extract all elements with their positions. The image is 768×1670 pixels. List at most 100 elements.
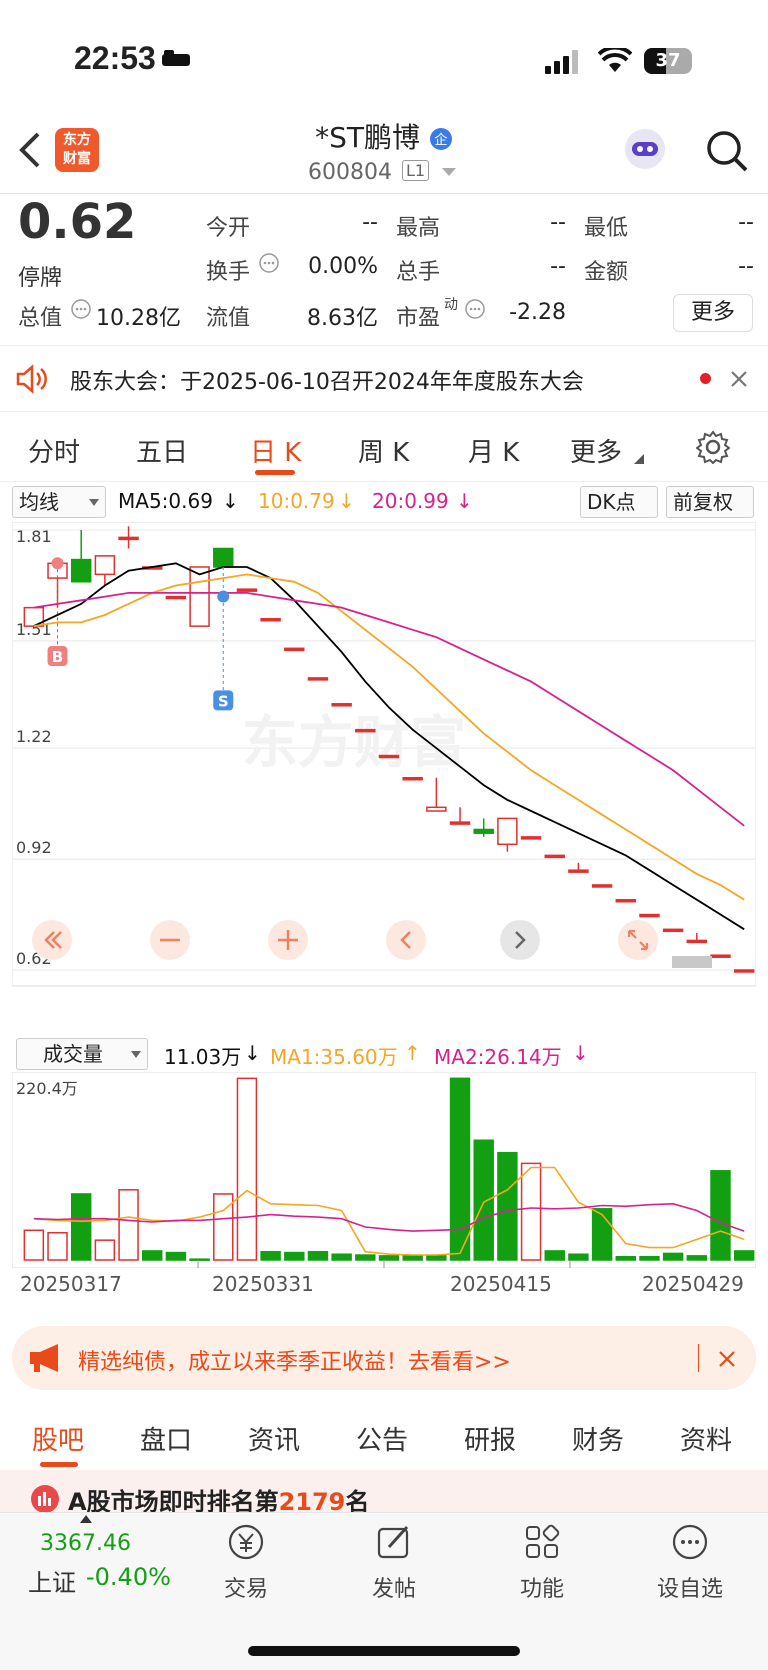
volume-bar [544, 1250, 565, 1261]
volume-chart[interactable]: 220.4万 [12, 1072, 756, 1268]
info-icon[interactable] [258, 252, 280, 274]
close-icon[interactable] [718, 1350, 736, 1368]
tab-intraday[interactable]: 分时 [28, 432, 80, 469]
tab-more[interactable]: 更多 [570, 432, 622, 469]
info-icon[interactable] [464, 298, 486, 320]
high-label: 最高 [396, 216, 441, 241]
zoom-out-icon[interactable] [150, 920, 190, 960]
market-rank-row[interactable]: A股市场即时排名第2179名 [0, 1470, 768, 1512]
volume-bar [710, 1170, 731, 1261]
ma10-value: 10:0.79 [258, 489, 335, 513]
volume-bar [213, 1193, 234, 1261]
volume-bar [568, 1253, 589, 1261]
tab-forum[interactable]: 股吧 [32, 1420, 84, 1457]
date-label: 20250429 [642, 1272, 744, 1296]
gear-icon[interactable] [696, 430, 730, 464]
control-button-bg [618, 920, 658, 960]
volume-dropdown[interactable]: 成交量 [16, 1038, 148, 1070]
adjust-button[interactable]: 前复权 [666, 486, 754, 518]
candle-body [449, 821, 471, 825]
tab-five-day[interactable]: 五日 [136, 432, 188, 469]
candle-body [473, 828, 494, 834]
index-name[interactable]: 上证 [28, 1563, 76, 1598]
status-bar: 22:53 37 [0, 0, 768, 110]
tab-research[interactable]: 研报 [464, 1420, 516, 1457]
vol-ma1-line [33, 1166, 745, 1256]
level-badge[interactable]: L1 [402, 160, 430, 181]
ma20-value: 20:0.99 [372, 489, 449, 513]
vol-ma2-line [33, 1202, 745, 1232]
sleep-icon [162, 50, 190, 66]
robot-assistant-icon[interactable] [620, 124, 670, 174]
edit-icon [377, 1525, 409, 1559]
caret-down-icon [634, 454, 644, 464]
date-label: 20250317 [20, 1272, 122, 1296]
zoom-in-icon[interactable] [268, 920, 308, 960]
volume-bar [47, 1231, 68, 1261]
volume-bar [520, 1162, 542, 1261]
volume-bar [426, 1255, 447, 1261]
nav-trade[interactable]: 交易 [196, 1523, 296, 1603]
index-change[interactable]: -0.40% [86, 1563, 171, 1591]
promo-text: 精选纯债，成立以来季季正收益！去看看>> [78, 1350, 511, 1375]
status-time: 22:53 [74, 40, 156, 76]
nav-watchlist[interactable]: 设自选 [640, 1523, 740, 1603]
mktcap-value: 10.28亿 [96, 306, 181, 331]
volume-bar [260, 1250, 281, 1261]
more-button[interactable]: 更多 [673, 294, 753, 332]
tab-profile[interactable]: 资料 [680, 1420, 732, 1457]
caret-down-icon[interactable] [442, 168, 456, 178]
tab-daily-k[interactable]: 日 K [250, 432, 301, 469]
volume-bar [449, 1077, 471, 1261]
notice-bar[interactable]: 股东大会：于2025-06-10召开2024年年度股东大会 [0, 346, 768, 412]
kline-chart[interactable]: 1.811.511.220.920.62东方财富BS [12, 522, 756, 1032]
fullscreen-icon[interactable] [618, 920, 658, 960]
tab-finance[interactable]: 财务 [572, 1420, 624, 1457]
down-arrow-icon: ↓ [338, 489, 355, 513]
speaker-icon [16, 364, 47, 394]
nav-post[interactable]: 发帖 [344, 1523, 444, 1603]
control-button-bg [386, 920, 426, 960]
next-icon[interactable] [500, 920, 540, 960]
tab-announcements[interactable]: 公告 [356, 1420, 408, 1457]
candle-body [213, 547, 234, 568]
candle-body [568, 869, 589, 873]
prev-icon[interactable] [386, 920, 426, 960]
volume-bar [142, 1250, 163, 1261]
info-icon[interactable] [70, 298, 92, 320]
tab-news[interactable]: 资讯 [248, 1420, 300, 1457]
close-icon[interactable] [730, 370, 748, 388]
buy-marker-label: B [52, 648, 63, 666]
candle-body [378, 754, 400, 759]
pe-label: 市盈 [396, 306, 441, 331]
enterprise-badge-icon: 企 [429, 128, 452, 150]
volume-bar [662, 1252, 684, 1261]
candle-body [165, 595, 187, 600]
tab-monthly-k[interactable]: 月 K [468, 432, 519, 469]
volume-bar [70, 1193, 92, 1261]
promo-banner[interactable]: 精选纯债，成立以来季季正收益！去看看>> [12, 1326, 756, 1390]
search-icon[interactable] [704, 128, 750, 174]
volume-bar [94, 1239, 116, 1261]
dk-label: DK点 [587, 490, 636, 514]
fast-back-icon[interactable] [32, 920, 72, 960]
ma-dropdown[interactable]: 均线 [12, 486, 106, 518]
pe-value: -2.28 [509, 300, 566, 325]
nav-functions[interactable]: 功能 [492, 1523, 592, 1603]
dk-button[interactable]: DK点 [580, 486, 658, 518]
adjust-label: 前复权 [673, 490, 733, 514]
candle-body [426, 806, 447, 812]
volume-bar [639, 1255, 660, 1261]
active-tab-indicator [40, 1462, 78, 1467]
last-price-tag [672, 956, 712, 968]
candle-body [686, 939, 708, 944]
candle-body [70, 558, 92, 583]
volume-label: 总手 [396, 260, 441, 285]
y-tick-label: 0.92 [16, 838, 52, 857]
tab-orderbook[interactable]: 盘口 [140, 1420, 192, 1457]
index-value[interactable]: 3367.46 [40, 1531, 131, 1556]
volume-bar [733, 1250, 755, 1261]
tab-weekly-k[interactable]: 周 K [358, 432, 409, 469]
date-label: 20250331 [212, 1272, 314, 1296]
candle-body [710, 954, 731, 958]
